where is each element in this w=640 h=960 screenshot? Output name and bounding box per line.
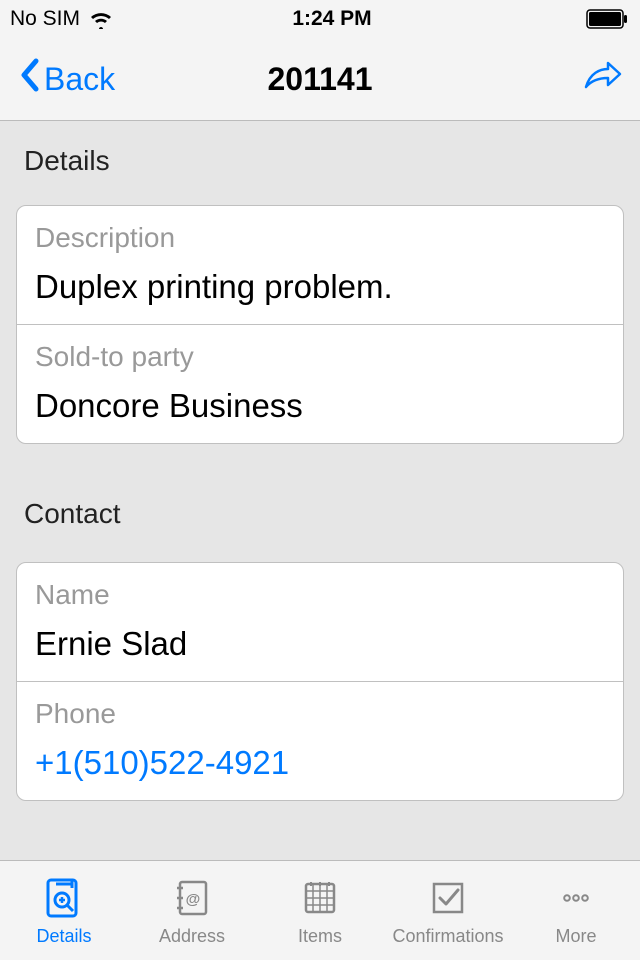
nav-bar: Back 201141: [0, 38, 640, 121]
description-row[interactable]: Description Duplex printing problem.: [17, 206, 623, 325]
name-value: Ernie Slad: [35, 625, 605, 663]
contact-section-header: Contact: [0, 474, 640, 550]
tab-more-label: More: [555, 926, 596, 947]
share-icon: [582, 80, 622, 97]
name-row[interactable]: Name Ernie Slad: [17, 563, 623, 682]
description-value: Duplex printing problem.: [35, 268, 605, 306]
details-icon: [42, 875, 86, 921]
soldto-label: Sold-to party: [35, 341, 605, 373]
tab-items[interactable]: Items: [256, 875, 384, 947]
contact-card: Name Ernie Slad Phone +1(510)522-4921: [16, 562, 624, 801]
more-icon: [554, 875, 598, 921]
content-area: Details Description Duplex printing prob…: [0, 121, 640, 860]
status-bar: No SIM 1:24 PM: [0, 0, 640, 38]
phone-label: Phone: [35, 698, 605, 730]
page-title: 201141: [148, 61, 492, 98]
items-icon: [298, 875, 342, 921]
soldto-value: Doncore Business: [35, 387, 605, 425]
tab-address[interactable]: @ Address: [128, 875, 256, 947]
tab-items-label: Items: [298, 926, 342, 947]
tab-address-label: Address: [159, 926, 225, 947]
address-icon: @: [170, 875, 214, 921]
tab-details[interactable]: Details: [0, 875, 128, 947]
status-time: 1:24 PM: [114, 7, 550, 31]
soldto-row[interactable]: Sold-to party Doncore Business: [17, 325, 623, 443]
svg-text:@: @: [186, 891, 201, 908]
confirmations-icon: [426, 875, 470, 921]
phone-row[interactable]: Phone +1(510)522-4921: [17, 682, 623, 800]
tab-more[interactable]: More: [512, 875, 640, 947]
back-button[interactable]: Back: [18, 57, 115, 101]
phone-value[interactable]: +1(510)522-4921: [35, 744, 605, 782]
chevron-left-icon: [18, 57, 40, 101]
tab-confirmations-label: Confirmations: [392, 926, 503, 947]
tab-details-label: Details: [36, 926, 91, 947]
carrier-text: No SIM: [10, 7, 80, 31]
description-label: Description: [35, 222, 605, 254]
details-card: Description Duplex printing problem. Sol…: [16, 205, 624, 444]
tab-confirmations[interactable]: Confirmations: [384, 875, 512, 947]
wifi-icon: [88, 9, 114, 29]
name-label: Name: [35, 579, 605, 611]
back-label: Back: [44, 61, 115, 98]
share-button[interactable]: [582, 61, 622, 98]
details-section-header: Details: [0, 121, 640, 197]
battery-icon: [586, 9, 630, 29]
tab-bar: Details @ Address Items Confirma: [0, 860, 640, 960]
